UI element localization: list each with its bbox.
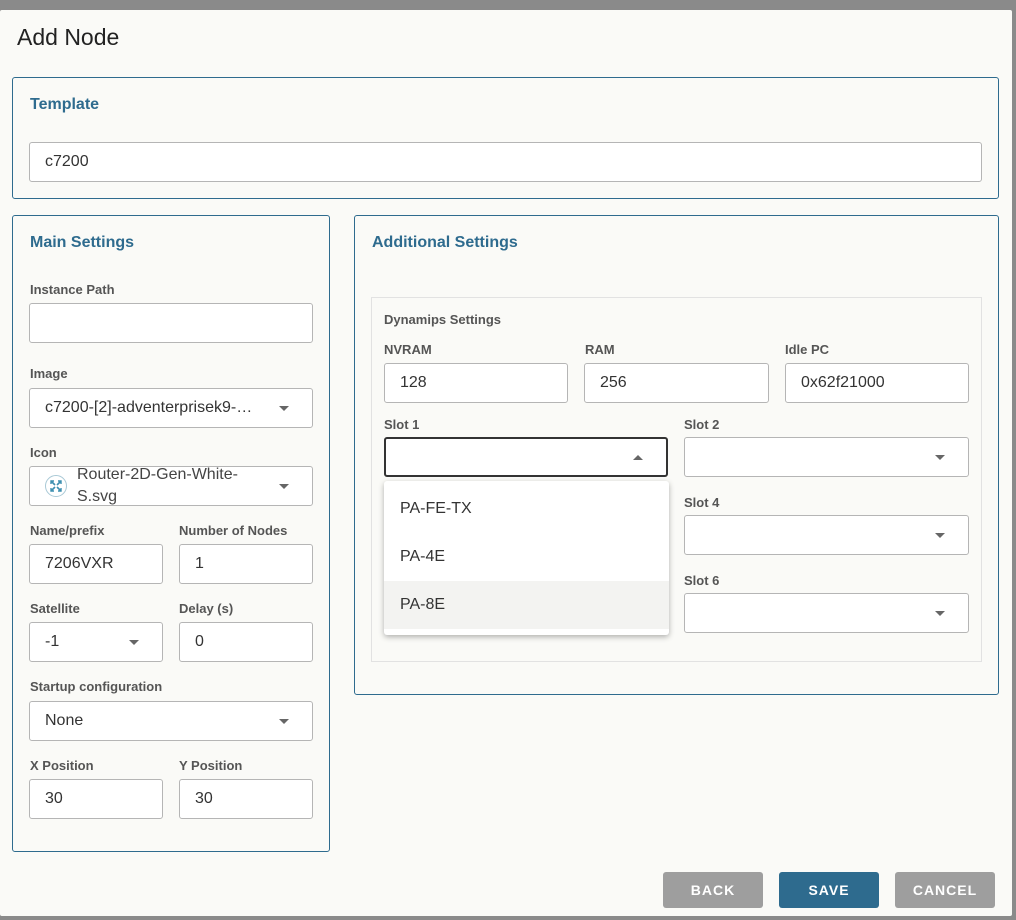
additional-settings-panel: Additional Settings Dynamips Settings NV… — [354, 215, 999, 695]
instance-path-label: Instance Path — [30, 282, 115, 297]
delay-label: Delay (s) — [179, 601, 234, 616]
dynamips-settings-title: Dynamips Settings — [384, 312, 502, 327]
icon-label: Icon — [30, 445, 57, 460]
name-prefix-label: Name/prefix — [30, 523, 105, 538]
slot-1-select[interactable] — [384, 437, 668, 477]
main-settings-title: Main Settings — [30, 234, 135, 251]
add-node-dialog: Add Node Template c7200 Main Settings In… — [0, 10, 1012, 916]
startup-config-label: Startup configuration — [30, 679, 163, 694]
slot-6-label: Slot 6 — [684, 573, 720, 588]
image-label: Image — [30, 366, 68, 381]
x-position-input[interactable]: 30 — [29, 779, 163, 819]
y-position-label: Y Position — [179, 758, 243, 773]
nvram-input[interactable]: 128 — [384, 363, 568, 403]
y-position-input[interactable]: 30 — [179, 779, 313, 819]
caret-down-icon — [129, 640, 139, 645]
image-value: c7200-[2]-adventerprisek9-mz.152-4.M7.im… — [45, 399, 262, 416]
template-value: c7200 — [45, 153, 89, 170]
caret-down-icon — [279, 719, 289, 724]
slot-2-label: Slot 2 — [684, 417, 720, 432]
additional-settings-title: Additional Settings — [372, 234, 518, 251]
caret-down-icon — [935, 611, 945, 616]
image-select[interactable]: c7200-[2]-adventerprisek9-mz.152-4.M7.im… — [29, 388, 313, 428]
template-input[interactable]: c7200 — [29, 142, 982, 182]
icon-value: Router-2D-Gen-White-S.svg — [77, 466, 238, 505]
num-nodes-input[interactable]: 1 — [179, 544, 313, 584]
dialog-title: Add Node — [17, 24, 120, 50]
satellite-label: Satellite — [30, 601, 80, 616]
template-panel: Template c7200 — [12, 77, 999, 199]
caret-down-icon — [935, 533, 945, 538]
x-position-label: X Position — [30, 758, 94, 773]
caret-up-icon — [633, 455, 643, 460]
idle-pc-label: Idle PC — [785, 342, 830, 357]
main-settings-panel: Main Settings Instance Path Image c7200-… — [12, 215, 330, 852]
back-button[interactable]: BACK — [663, 872, 763, 908]
caret-down-icon — [279, 484, 289, 489]
num-nodes-label: Number of Nodes — [179, 523, 288, 538]
dynamips-settings-panel: Dynamips Settings NVRAM 128 RAM 256 Idle… — [371, 297, 982, 662]
name-prefix-input[interactable]: 7206VXR — [29, 544, 163, 584]
satellite-select[interactable]: -1 — [29, 622, 163, 662]
slot-1-dropdown-menu: PA-FE-TX PA-4E PA-8E — [384, 481, 669, 635]
caret-down-icon — [279, 406, 289, 411]
slot-4-label: Slot 4 — [684, 495, 720, 510]
slot-1-option[interactable]: PA-8E — [384, 581, 669, 629]
icon-select[interactable]: Router-2D-Gen-White-S.svg — [29, 466, 313, 506]
slot-4-select[interactable] — [684, 515, 969, 555]
template-title: Template — [30, 96, 100, 113]
slot-2-select[interactable] — [684, 437, 969, 477]
ram-input[interactable]: 256 — [584, 363, 769, 403]
slot-1-label: Slot 1 — [384, 417, 420, 432]
nvram-label: NVRAM — [384, 342, 432, 357]
slot-1-option[interactable]: PA-FE-TX — [384, 485, 669, 533]
instance-path-input[interactable] — [29, 303, 313, 343]
caret-down-icon — [935, 455, 945, 460]
delay-input[interactable]: 0 — [179, 622, 313, 662]
slot-6-select[interactable] — [684, 593, 969, 633]
idle-pc-input[interactable]: 0x62f21000 — [785, 363, 969, 403]
router-icon — [45, 475, 67, 497]
slot-1-option[interactable]: PA-4E — [384, 533, 669, 581]
cancel-button[interactable]: CANCEL — [895, 872, 995, 908]
startup-config-select[interactable]: None — [29, 701, 313, 741]
ram-label: RAM — [585, 342, 615, 357]
save-button[interactable]: SAVE — [779, 872, 879, 908]
